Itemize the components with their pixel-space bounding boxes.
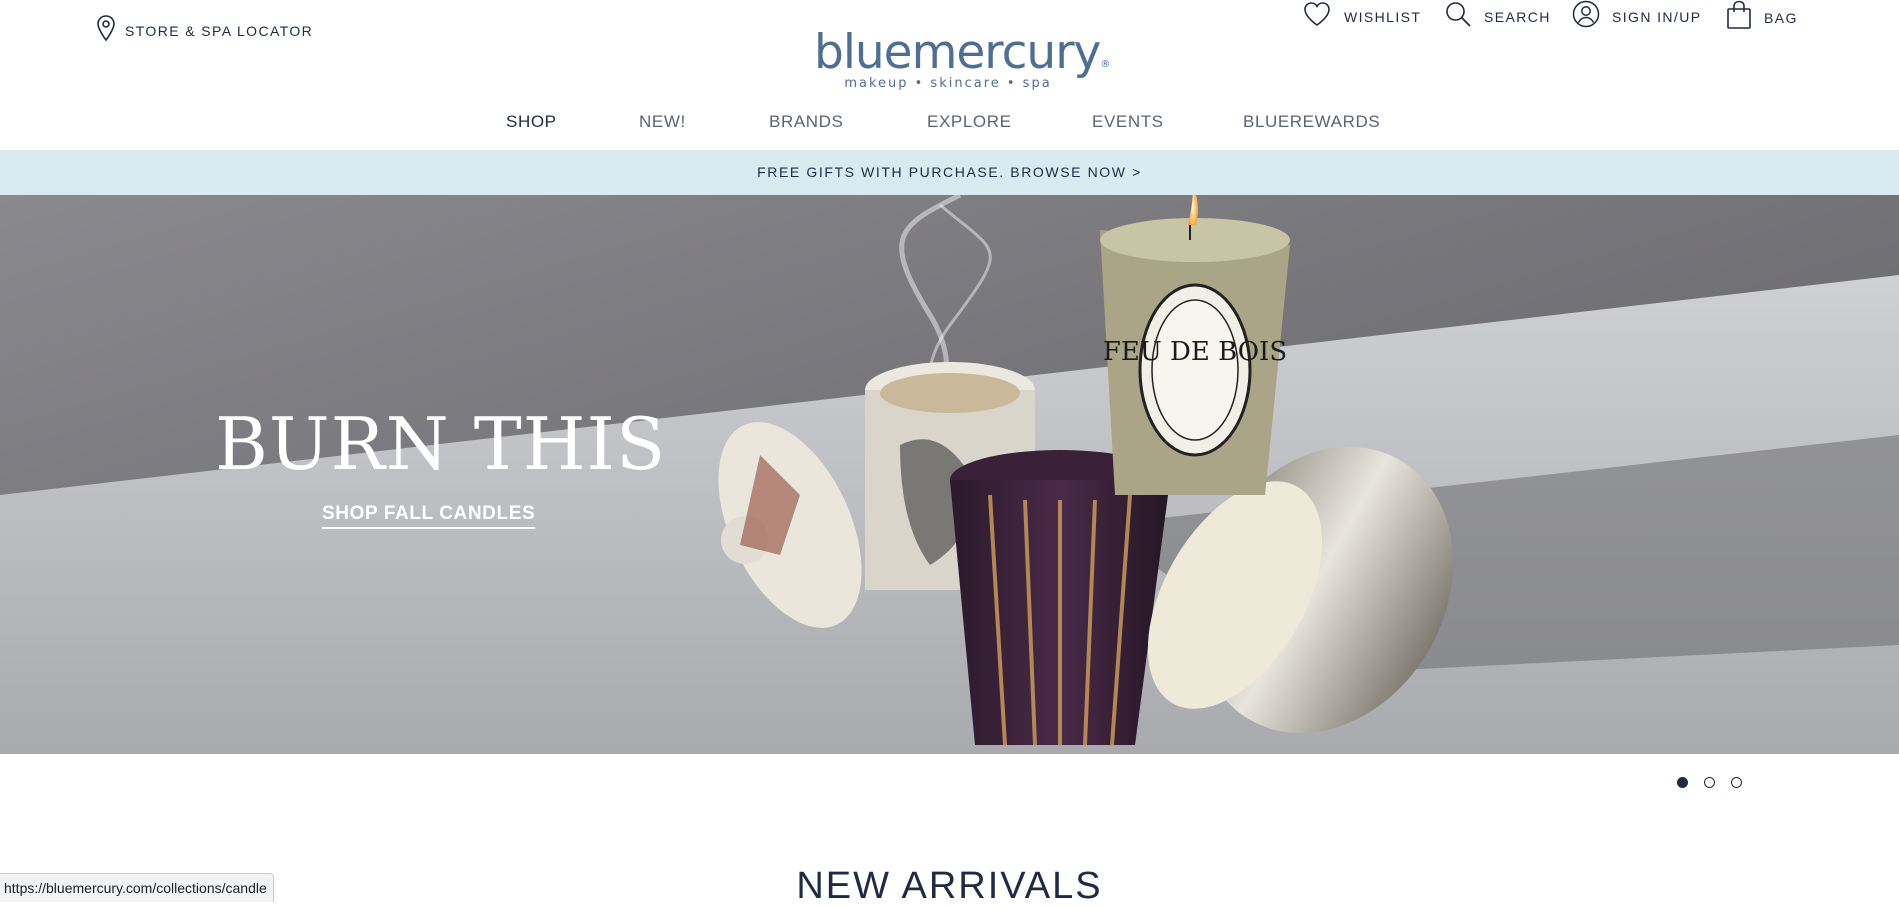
candle-label-text: FEU DE BOIS (1103, 337, 1287, 367)
promo-banner: FREE GIFTS WITH PURCHASE. BROWSE NOW > (0, 150, 1899, 195)
site-header: STORE & SPA LOCATOR bluemercury® makeup … (0, 0, 1899, 104)
promo-link[interactable]: FREE GIFTS WITH PURCHASE. BROWSE NOW > (757, 150, 1142, 195)
shop-fall-candles-link[interactable]: SHOP FALL CANDLES (322, 503, 536, 529)
sign-in-label: SIGN IN/UP (1612, 8, 1702, 25)
registered-mark-icon: ® (1100, 59, 1110, 70)
search-link[interactable]: SEARCH (1444, 0, 1551, 33)
bag-link[interactable]: BAG (1726, 0, 1798, 35)
carousel-dot-3[interactable] (1731, 777, 1742, 788)
nav-item-explore[interactable]: EXPLORE (927, 112, 1012, 132)
search-label: SEARCH (1484, 8, 1551, 25)
carousel-dots (1677, 777, 1742, 788)
browser-status-bar: https://bluemercury.com/collections/cand… (0, 873, 274, 902)
carousel-dot-1[interactable] (1677, 777, 1688, 788)
main-nav: SHOP NEW! BRANDS EXPLORE EVENTS BLUEREWA… (0, 112, 1899, 142)
user-icon (1572, 0, 1600, 33)
nav-item-shop[interactable]: SHOP (506, 112, 557, 132)
nav-item-brands[interactable]: BRANDS (769, 112, 843, 132)
hero-carousel: FEU DE BOIS BURN THIS SHOP FALL CANDLES (0, 195, 1899, 754)
wishlist-link[interactable]: WISHLIST (1302, 0, 1421, 33)
heart-icon (1302, 0, 1332, 33)
new-arrivals-heading: NEW ARRIVALS (796, 865, 1103, 907)
store-locator-link[interactable]: STORE & SPA LOCATOR (96, 14, 313, 47)
nav-item-bluerewards[interactable]: BLUEREWARDS (1243, 112, 1380, 132)
nav-item-new[interactable]: NEW! (639, 112, 686, 132)
bag-label: BAG (1764, 9, 1798, 26)
shopping-bag-icon (1726, 0, 1752, 35)
sign-in-link[interactable]: SIGN IN/UP (1572, 0, 1701, 33)
hero-title: BURN THIS (215, 402, 667, 486)
nav-item-events[interactable]: EVENTS (1092, 112, 1164, 132)
logo-tagline: makeup • skincare • spa (844, 76, 1052, 91)
location-pin-icon (96, 14, 116, 47)
site-logo[interactable]: bluemercury® makeup • skincare • spa (814, 28, 1110, 92)
store-locator-label: STORE & SPA LOCATOR (125, 22, 314, 39)
search-icon (1444, 0, 1472, 33)
wishlist-label: WISHLIST (1344, 8, 1422, 25)
carousel-dot-2[interactable] (1704, 777, 1715, 788)
logo-wordmark: bluemercury (814, 25, 1101, 80)
